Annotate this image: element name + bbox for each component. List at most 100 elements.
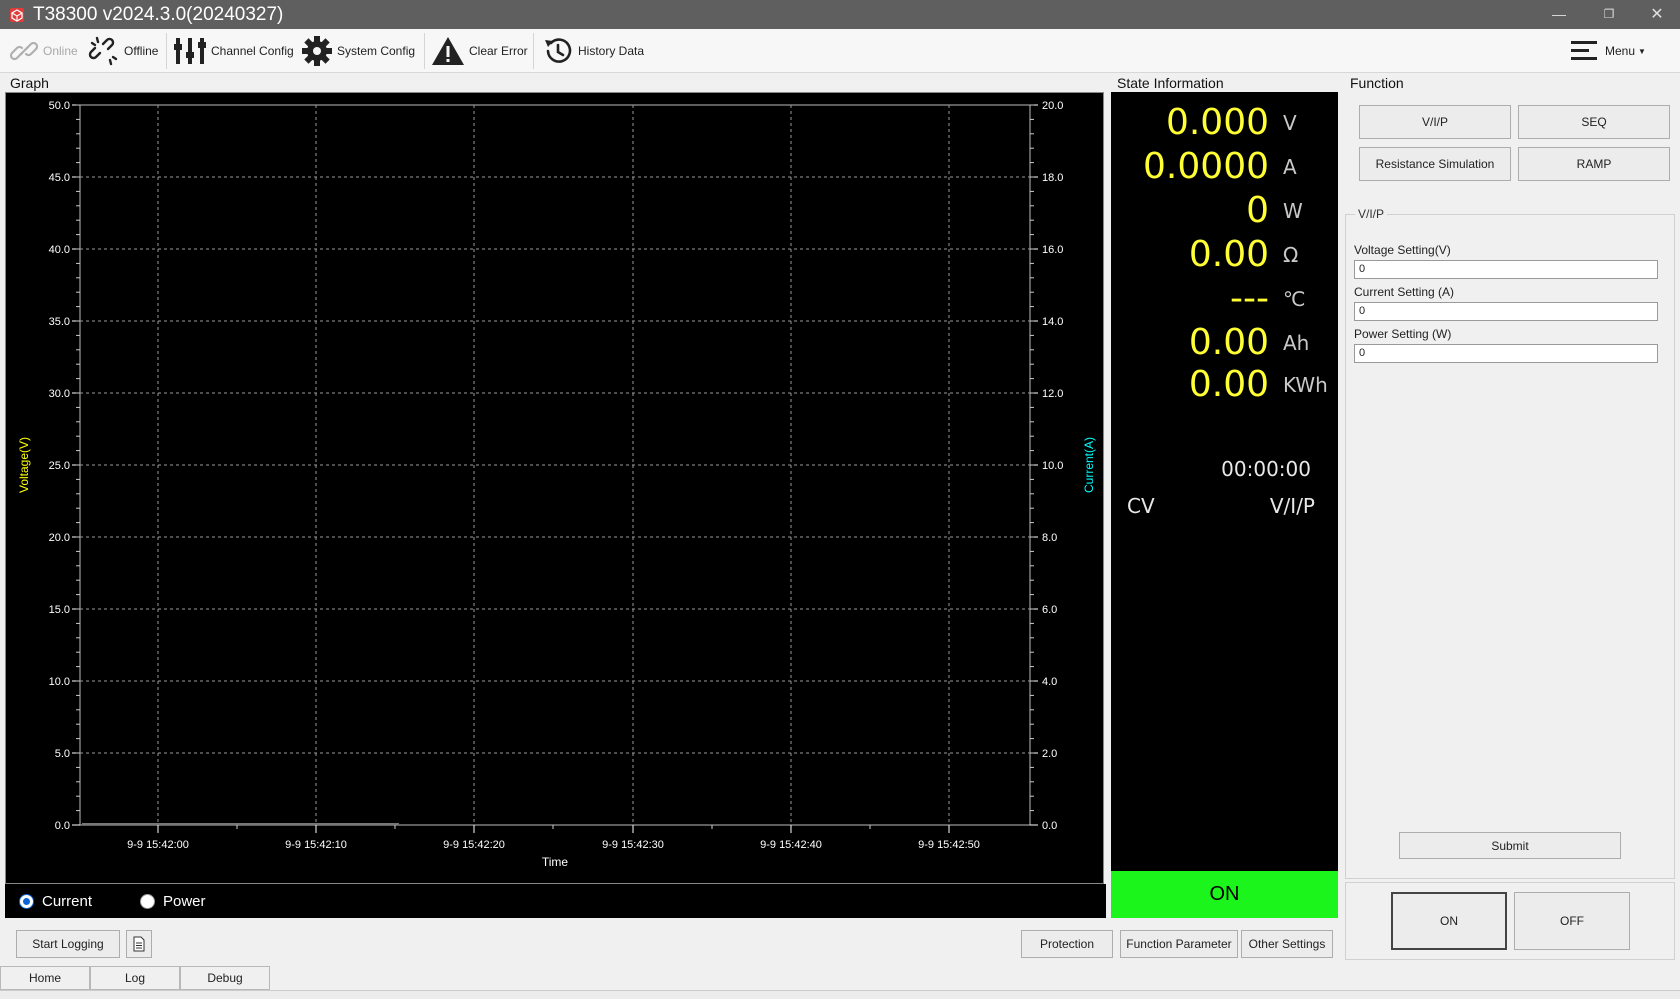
state-information-panel: 0.000 V 0.0000 A 0 W 0.00 Ω --- ℃ 0.00 A… [1111, 92, 1338, 918]
voltage-current-chart[interactable]: 50.0 20.0 45.0 18.0 40.0 16.0 35.0 14.0 30.0 12.0… [6, 93, 1103, 883]
resistance-simulation-button[interactable]: Resistance Simulation [1359, 147, 1511, 181]
graph-panel[interactable]: 50.0 20.0 45.0 18.0 40.0 16.0 35.0 14.0 30.0 12.0… [5, 92, 1104, 884]
state-section-title: State Information [1117, 75, 1224, 91]
regulation-mode: CV [1127, 494, 1155, 518]
ramp-function-button[interactable]: RAMP [1518, 147, 1670, 181]
submit-button[interactable]: Submit [1399, 832, 1621, 859]
y-tick-label-left: 35.0 [49, 316, 70, 328]
seq-function-button[interactable]: SEQ [1518, 105, 1670, 139]
power-radio[interactable]: Power [140, 893, 206, 910]
y-tick-label-right: 14.0 [1042, 316, 1063, 328]
toolbar-divider [533, 33, 534, 69]
y-tick-label-right: 4.0 [1042, 676, 1057, 688]
close-icon[interactable]: ✕ [1634, 0, 1680, 29]
power-radio-label: Power [163, 893, 206, 910]
current-radio-label: Current [42, 893, 93, 910]
vip-function-button[interactable]: V/I/P [1359, 105, 1511, 139]
voltage-setting-label: Voltage Setting(V) [1354, 243, 1451, 257]
title-bar: T38300 v2024.3.0(20240327) — ❐ ✕ [0, 0, 1680, 29]
menu-button[interactable]: Menu ▼ [1569, 29, 1646, 73]
y-tick-label-left: 10.0 [49, 676, 70, 688]
log-file-button[interactable] [126, 930, 152, 958]
toolbar: Online Offline Channel Config System Con… [0, 29, 1680, 73]
tab-debug[interactable]: Debug [180, 966, 270, 990]
function-parameter-button[interactable]: Function Parameter [1120, 930, 1238, 958]
y-tick-label-right: 16.0 [1042, 244, 1063, 256]
power-setting-input[interactable]: 0 [1354, 344, 1658, 363]
channel-config-button[interactable]: Channel Config [173, 29, 294, 73]
tab-home[interactable]: Home [0, 966, 90, 990]
output-off-button[interactable]: OFF [1514, 892, 1630, 950]
start-logging-button[interactable]: Start Logging [16, 930, 120, 958]
current-setting-input[interactable]: 0 [1354, 302, 1658, 321]
y-tick-label-right: 6.0 [1042, 604, 1057, 616]
output-control-group: ON OFF [1345, 882, 1675, 960]
energy-unit: KWh [1283, 373, 1328, 397]
link-icon [9, 41, 39, 61]
offline-button[interactable]: Offline [88, 29, 158, 73]
protection-button[interactable]: Protection [1021, 930, 1113, 958]
x-tick-label: 9-9 15:42:50 [918, 839, 980, 851]
document-icon [133, 936, 145, 952]
y-tick-label-left: 20.0 [49, 532, 70, 544]
y-tick-label-left: 15.0 [49, 604, 70, 616]
active-function: V/I/P [1269, 494, 1315, 518]
y-tick-label-right: 12.0 [1042, 388, 1063, 400]
current-readout: 0.0000 [1143, 146, 1269, 187]
history-data-label: History Data [578, 44, 645, 58]
y-tick-label-left: 50.0 [49, 100, 70, 112]
app-logo-icon [10, 8, 24, 22]
tab-log[interactable]: Log [90, 966, 180, 990]
x-tick-label: 9-9 15:42:00 [127, 839, 189, 851]
toolbar-divider [424, 33, 425, 69]
other-settings-button[interactable]: Other Settings [1241, 930, 1333, 958]
vip-group-title: V/I/P [1355, 207, 1388, 221]
clear-error-button[interactable]: Clear Error [431, 29, 528, 73]
current-unit: A [1283, 155, 1297, 179]
x-axis-label: Time [542, 855, 569, 869]
y-tick-label-left: 40.0 [49, 244, 70, 256]
temperature-readout: --- [1230, 278, 1269, 319]
toolbar-divider [166, 33, 167, 69]
window-title: T38300 v2024.3.0(20240327) [33, 4, 284, 25]
radio-selected-icon [19, 894, 34, 909]
x-tick-label: 9-9 15:42:40 [760, 839, 822, 851]
energy-readout: 0.00 [1188, 364, 1269, 405]
y-axis-label-right: Current(A) [1082, 437, 1096, 493]
minimize-icon[interactable]: — [1536, 0, 1582, 29]
output-on-button[interactable]: ON [1391, 892, 1507, 950]
voltage-setting-input[interactable]: 0 [1354, 260, 1658, 279]
output-status-indicator: ON [1111, 871, 1338, 918]
vip-settings-group: V/I/P Voltage Setting(V) 0 Current Setti… [1345, 207, 1675, 879]
radio-unselected-icon [140, 894, 155, 909]
capacity-readout: 0.00 [1188, 322, 1269, 363]
y-tick-label-left: 5.0 [55, 748, 70, 760]
history-icon [545, 38, 572, 63]
elapsed-time: 00:00:00 [1221, 457, 1311, 481]
hamburger-menu-icon [1571, 41, 1597, 60]
restore-icon[interactable]: ❐ [1586, 0, 1632, 29]
offline-label: Offline [124, 44, 159, 58]
sliders-icon [174, 38, 206, 64]
y-tick-label-right: 20.0 [1042, 100, 1063, 112]
gear-icon [302, 36, 332, 66]
online-button[interactable]: Online [9, 29, 78, 73]
y-tick-label-left: 30.0 [49, 388, 70, 400]
online-label: Online [43, 44, 78, 58]
y-tick-label-right: 0.0 [1042, 820, 1057, 832]
current-radio[interactable]: Current [19, 893, 92, 910]
capacity-unit: Ah [1283, 331, 1310, 355]
graph-section-title: Graph [10, 75, 49, 91]
y-tick-label-left: 25.0 [49, 460, 70, 472]
current-setting-label: Current Setting (A) [1354, 285, 1455, 299]
history-data-button[interactable]: History Data [542, 29, 644, 73]
y-tick-label-right: 18.0 [1042, 172, 1063, 184]
y-tick-label-right: 10.0 [1042, 460, 1063, 472]
resistance-readout: 0.00 [1188, 234, 1269, 275]
power-setting-label: Power Setting (W) [1354, 327, 1452, 341]
resistance-unit: Ω [1283, 243, 1299, 267]
y-tick-label-right: 2.0 [1042, 748, 1057, 760]
voltage-readout: 0.000 [1165, 102, 1269, 143]
function-section-title: Function [1350, 75, 1404, 91]
system-config-button[interactable]: System Config [301, 29, 415, 73]
